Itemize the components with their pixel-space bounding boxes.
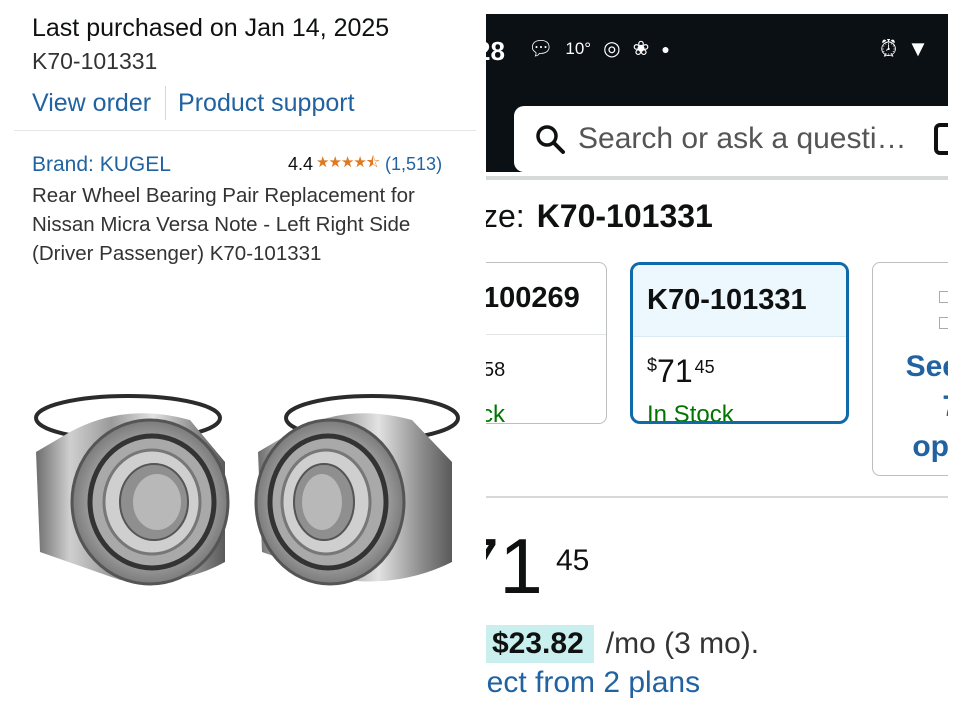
see-more-options-card[interactable]: See 7 opt (872, 262, 948, 476)
rating[interactable]: 4.4 ★★★★⯪ (1,513) (288, 152, 442, 177)
size-option-card-selected[interactable]: K70-101331 $71 45 In Stock (630, 262, 849, 424)
size-option-card[interactable]: 100269 58 ck (486, 262, 607, 424)
price-whole-large: 71 (486, 522, 543, 610)
size-value: K70-101331 (536, 198, 713, 234)
status-icons-right: ⏰︎ ▼ (880, 36, 929, 62)
dot-icon: ● (661, 40, 670, 57)
star-rating-icon: ★★★★⯪ (316, 154, 380, 171)
message-icon: 💬︎ (528, 38, 554, 60)
option-stock: In Stock (647, 401, 734, 424)
fan-icon: ❀ (632, 38, 650, 60)
right-bearing-icon (254, 394, 460, 586)
price-fraction: 45 (694, 357, 715, 377)
monthly-term: /mo (3 mo). (605, 627, 760, 660)
divider (14, 130, 476, 131)
option-price: 58 (486, 359, 506, 381)
monthly-payment: $23.82 /mo (3 mo). (486, 625, 759, 663)
size-label: ze: (486, 198, 525, 234)
checkbox-icon (939, 317, 948, 329)
see-options-line: opt (912, 430, 948, 463)
header-divider (486, 176, 948, 180)
price-fraction-large: 45 (556, 544, 590, 577)
product-support-link[interactable]: Product support (178, 89, 355, 118)
select-plans-link[interactable]: lect from 2 plans (486, 666, 700, 700)
search-bar[interactable]: Search or ask a questi… (514, 106, 948, 172)
rating-count-link[interactable]: (1,513) (385, 154, 442, 175)
see-options-line: 7 (889, 387, 948, 427)
rating-value: 4.4 (288, 154, 314, 174)
view-order-link[interactable]: View order (32, 89, 151, 118)
phone-product-page: 28 💬︎ 10° ◎ ❀ ● ⏰︎ ▼ Search or ask a que… (486, 0, 948, 721)
option-name: K70-101331 (633, 265, 846, 337)
price-symbol: $ (647, 355, 658, 375)
alarm-icon: ⏰︎ (880, 36, 898, 61)
chrome-icon: ◎ (603, 38, 621, 60)
left-bearing-icon (34, 394, 230, 586)
status-bar: 28 💬︎ 10° ◎ ❀ ● ⏰︎ ▼ Search or ask a que… (486, 14, 948, 172)
monthly-amount: $23.82 (486, 625, 594, 663)
see-options-link[interactable]: See 7 opt (889, 347, 948, 467)
search-icon (536, 125, 565, 154)
size-selector-label: ze: K70-101331 (486, 198, 713, 235)
checkbox-icon (939, 291, 948, 303)
wifi-icon: ▼ (907, 36, 929, 61)
option-price: $71 45 (647, 353, 715, 390)
last-purchased-text: Last purchased on Jan 14, 2025 (32, 14, 390, 42)
order-detail-panel: Last purchased on Jan 14, 2025 K70-10133… (0, 0, 476, 721)
order-links: View order Product support (32, 86, 355, 120)
weather-temperature: 10° (565, 38, 592, 58)
search-input[interactable]: Search or ask a questi… (578, 122, 907, 156)
status-icons-left: 💬︎ 10° ◎ ❀ ● (528, 36, 670, 61)
brand-link[interactable]: Brand: KUGEL (32, 153, 171, 177)
option-stock: ck (486, 401, 505, 424)
price-whole: 71 (657, 353, 693, 389)
link-separator (165, 86, 167, 120)
camera-icon[interactable] (934, 123, 948, 155)
option-name: 100269 (486, 263, 606, 335)
status-time: 28 (486, 36, 505, 66)
product-image[interactable] (30, 392, 460, 592)
see-options-line: See (905, 350, 948, 383)
product-title[interactable]: Rear Wheel Bearing Pair Replacement for … (32, 181, 462, 268)
order-sku: K70-101331 (32, 48, 158, 74)
section-divider (486, 496, 948, 498)
